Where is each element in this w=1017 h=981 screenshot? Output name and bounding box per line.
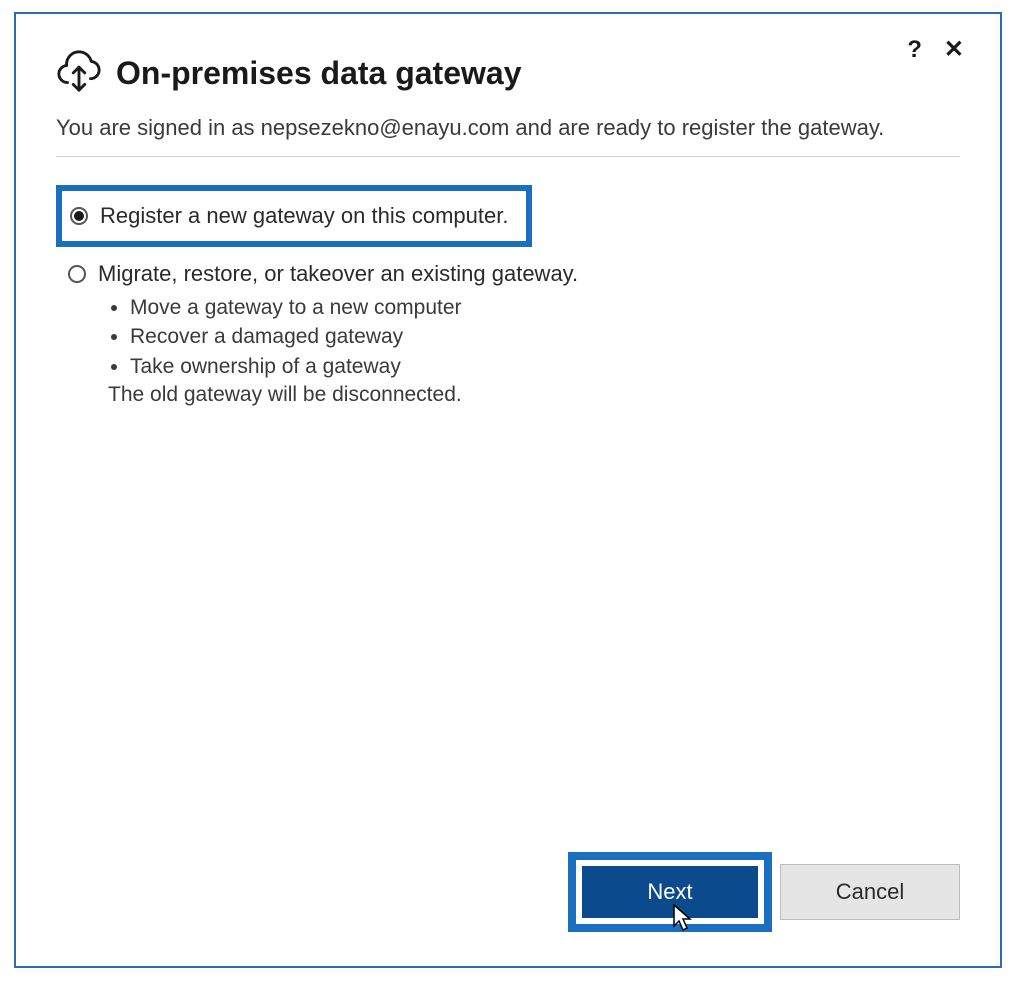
- migrate-bullet: Move a gateway to a new computer: [130, 293, 960, 322]
- radio-register[interactable]: [70, 207, 88, 225]
- migrate-bullet: Recover a damaged gateway: [130, 322, 960, 351]
- cancel-button[interactable]: Cancel: [780, 864, 960, 920]
- option-migrate[interactable]: Migrate, restore, or takeover an existin…: [68, 261, 960, 287]
- options-group: Register a new gateway on this computer.…: [56, 185, 960, 407]
- option-register[interactable]: Register a new gateway on this computer.: [70, 203, 508, 229]
- next-button[interactable]: Next: [580, 864, 760, 920]
- gateway-dialog: ? ✕ On-premises data gateway You are sig…: [14, 12, 1002, 968]
- help-icon[interactable]: ?: [907, 38, 922, 62]
- next-button-highlight: Next: [568, 852, 772, 932]
- dialog-footer: Next Cancel: [56, 852, 960, 936]
- migrate-bullet: Take ownership of a gateway: [130, 352, 960, 381]
- option-register-highlight: Register a new gateway on this computer.: [56, 185, 532, 247]
- option-register-label: Register a new gateway on this computer.: [100, 203, 508, 229]
- dialog-title: On-premises data gateway: [116, 55, 521, 92]
- dialog-subtitle: You are signed in as nepsezekno@enayu.co…: [56, 113, 960, 157]
- migrate-note: The old gateway will be disconnected.: [108, 383, 960, 407]
- migrate-bullet-list: Move a gateway to a new computer Recover…: [108, 293, 960, 381]
- radio-migrate[interactable]: [68, 265, 86, 283]
- option-migrate-label: Migrate, restore, or takeover an existin…: [98, 261, 578, 287]
- close-icon[interactable]: ✕: [944, 38, 964, 62]
- cloud-gateway-icon: [56, 48, 102, 99]
